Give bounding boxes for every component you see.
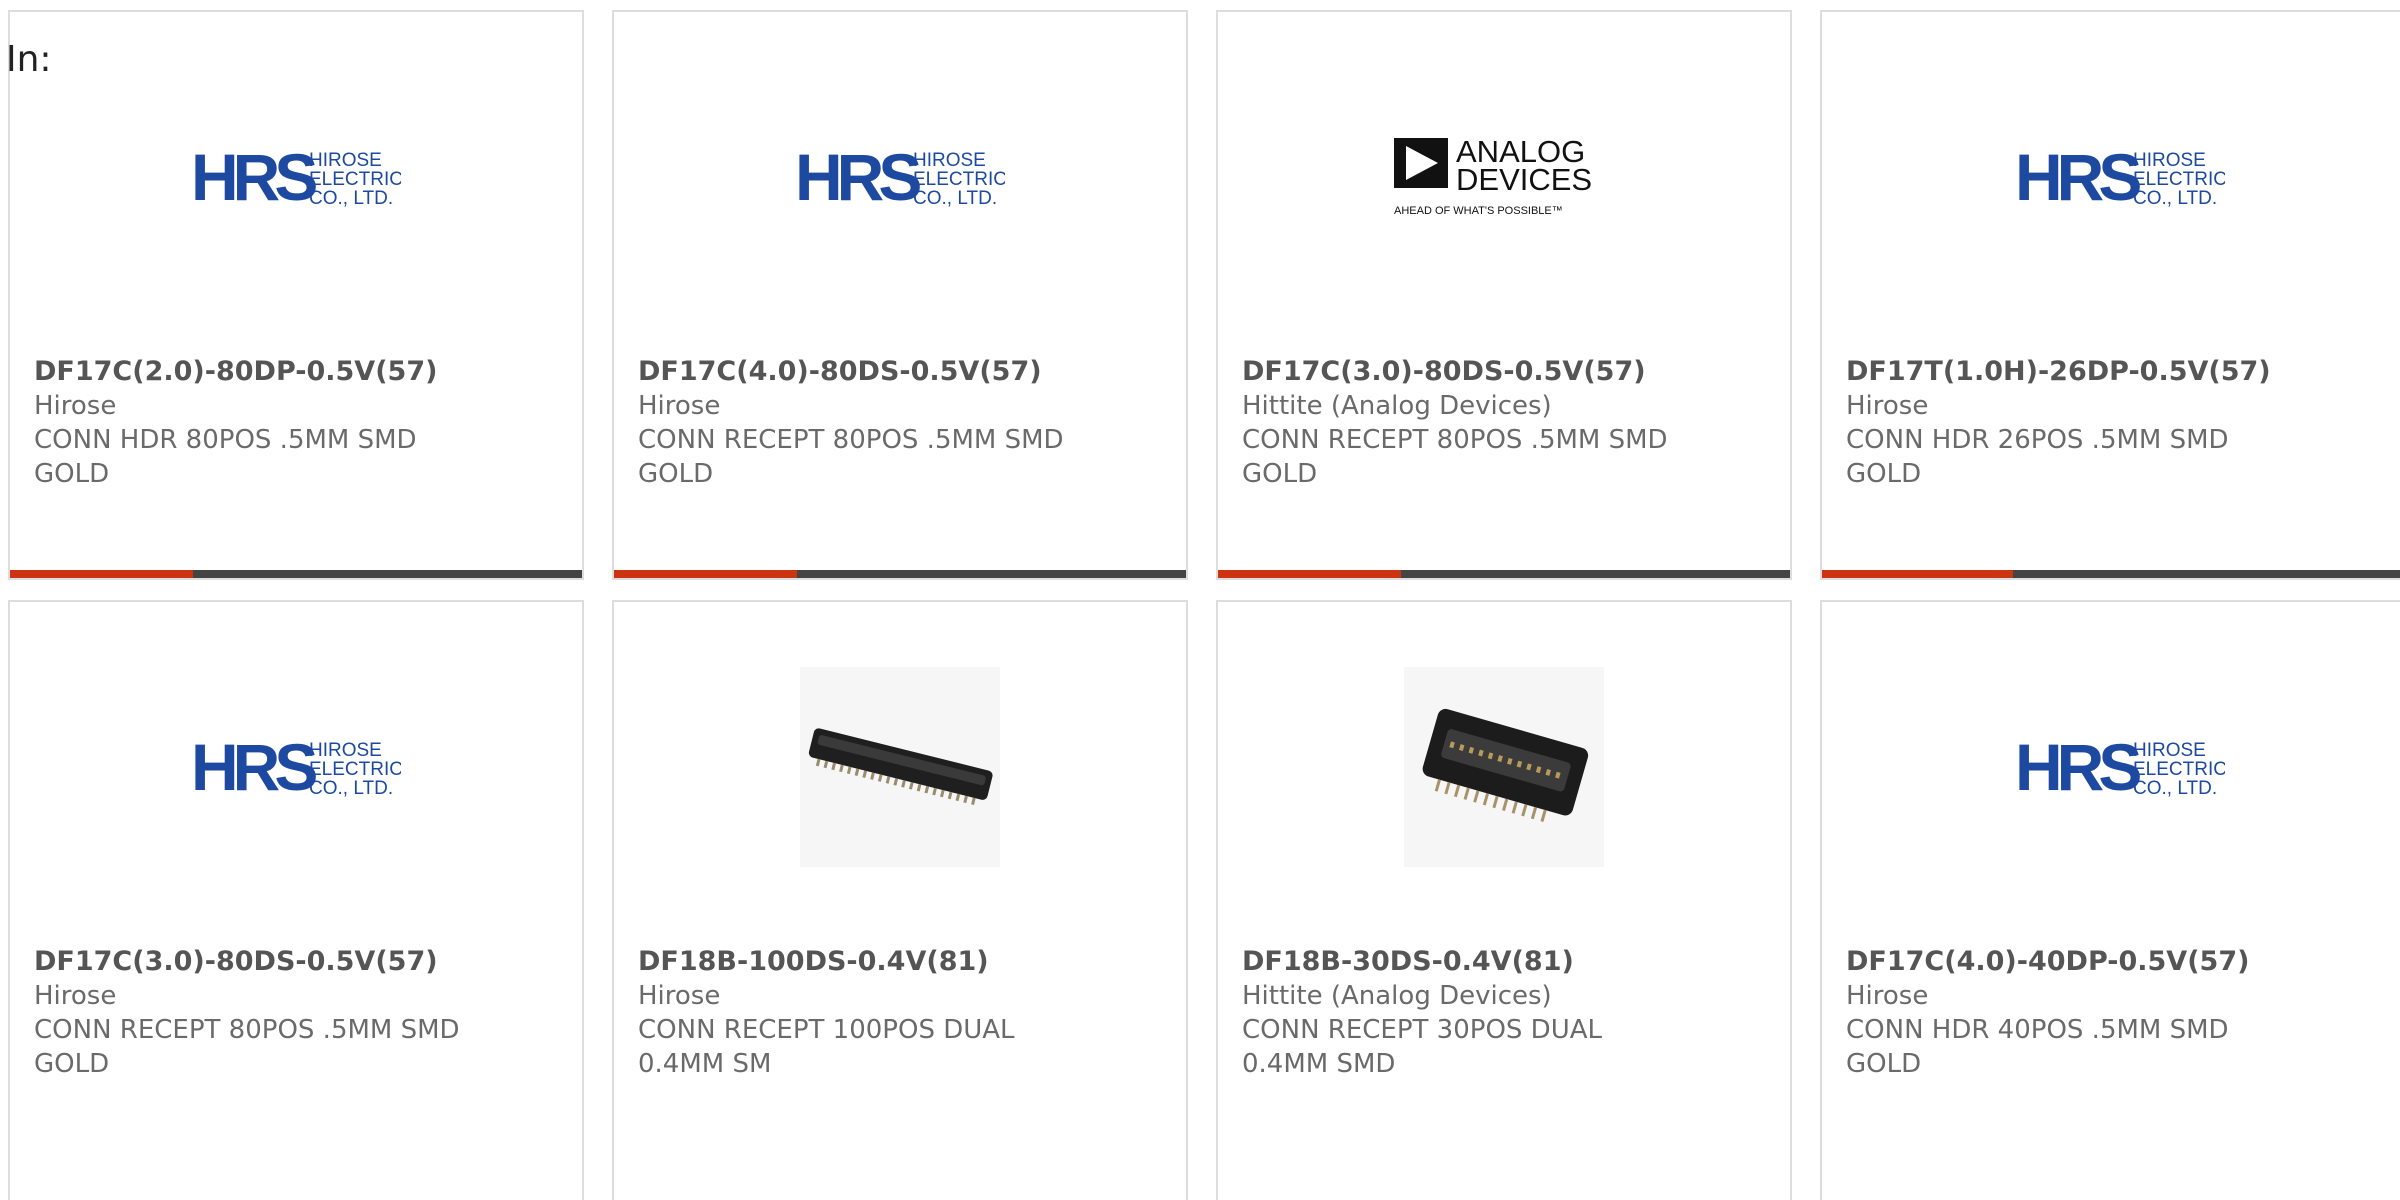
connector-photo <box>1218 602 1790 932</box>
svg-text:CO., LTD.: CO., LTD. <box>2133 188 2217 209</box>
manufacturer: Hittite (Analog Devices) <box>1242 981 1552 1011</box>
part-number[interactable]: DF18B-100DS-0.4V(81) <box>638 945 1174 979</box>
progress-bar <box>1822 570 2400 578</box>
part-number[interactable]: DF17C(4.0)-40DP-0.5V(57) <box>1846 945 2400 979</box>
card-details: DF17T(1.0H)-26DP-0.5V(57) Hirose CONN HD… <box>1846 355 2400 491</box>
card-details: DF17C(2.0)-80DP-0.5V(57) Hirose CONN HDR… <box>34 355 570 491</box>
svg-text:AHEAD OF WHAT'S POSSIBLE™: AHEAD OF WHAT'S POSSIBLE™ <box>1394 205 1563 217</box>
hirose-logo: HRS HIROSE ELECTRIC CO., LTD. <box>10 602 582 932</box>
part-number[interactable]: DF17C(4.0)-80DS-0.5V(57) <box>638 355 1174 389</box>
search-prefix-label: In: <box>6 39 52 80</box>
svg-text:HIROSE: HIROSE <box>913 150 986 171</box>
analog-devices-logo: ANALOG DEVICES AHEAD OF WHAT'S POSSIBLE™ <box>1218 12 1790 342</box>
product-grid: HRS HIROSE ELECTRIC CO., LTD. DF17C(2.0)… <box>0 0 2400 1200</box>
manufacturer: Hirose <box>638 981 721 1011</box>
product-card[interactable]: HRS HIROSE ELECTRIC CO., LTD. DF17C(4.0)… <box>1820 600 2400 1200</box>
svg-text:ELECTRIC: ELECTRIC <box>309 169 401 190</box>
description: CONN HDR 40POS .5MM SMD GOLD <box>1846 1015 2229 1079</box>
part-number[interactable]: DF17C(3.0)-80DS-0.5V(57) <box>1242 355 1778 389</box>
manufacturer: Hirose <box>1846 391 1929 421</box>
description: CONN RECEPT 80POS .5MM SMD GOLD <box>34 1015 460 1079</box>
description: CONN RECEPT 30POS DUAL 0.4MM SMD <box>1242 1015 1603 1079</box>
svg-text:HIROSE: HIROSE <box>309 740 382 761</box>
description: CONN RECEPT 80POS .5MM SMD GOLD <box>638 425 1064 489</box>
hirose-logo: HRS HIROSE ELECTRIC CO., LTD. <box>1822 12 2400 342</box>
svg-text:ELECTRIC: ELECTRIC <box>2133 169 2225 190</box>
svg-text:HIROSE: HIROSE <box>2133 740 2206 761</box>
progress-fill <box>1822 570 2013 578</box>
part-number[interactable]: DF17C(2.0)-80DP-0.5V(57) <box>34 355 570 389</box>
card-details: DF18B-30DS-0.4V(81) Hittite (Analog Devi… <box>1242 945 1778 1081</box>
hirose-logo: HRS HIROSE ELECTRIC CO., LTD. <box>1822 602 2400 932</box>
product-card[interactable]: DF18B-30DS-0.4V(81) Hittite (Analog Devi… <box>1216 600 1792 1200</box>
card-details: DF17C(4.0)-80DS-0.5V(57) Hirose CONN REC… <box>638 355 1174 491</box>
progress-fill <box>614 570 798 578</box>
manufacturer: Hittite (Analog Devices) <box>1242 391 1552 421</box>
card-details: DF17C(3.0)-80DS-0.5V(57) Hittite (Analog… <box>1242 355 1778 491</box>
card-details: DF17C(4.0)-40DP-0.5V(57) Hirose CONN HDR… <box>1846 945 2400 1081</box>
progress-fill <box>10 570 194 578</box>
progress-bar <box>10 570 582 578</box>
manufacturer: Hirose <box>34 981 117 1011</box>
manufacturer: Hirose <box>34 391 117 421</box>
product-card[interactable]: HRS HIROSE ELECTRIC CO., LTD. DF17C(2.0)… <box>8 10 584 580</box>
part-number[interactable]: DF17T(1.0H)-26DP-0.5V(57) <box>1846 355 2400 389</box>
svg-text:CO., LTD.: CO., LTD. <box>2133 778 2217 799</box>
svg-text:ELECTRIC: ELECTRIC <box>2133 759 2225 780</box>
hirose-logo: HRS HIROSE ELECTRIC CO., LTD. <box>614 12 1186 342</box>
svg-text:HRS: HRS <box>2015 142 2140 212</box>
product-card[interactable]: HRS HIROSE ELECTRIC CO., LTD. DF17T(1.0H… <box>1820 10 2400 580</box>
progress-bar <box>614 570 1186 578</box>
svg-text:HIROSE: HIROSE <box>309 150 382 171</box>
description: CONN HDR 80POS .5MM SMD GOLD <box>34 425 417 489</box>
svg-text:CO., LTD.: CO., LTD. <box>309 778 393 799</box>
svg-text:HRS: HRS <box>795 142 920 212</box>
svg-text:HIROSE: HIROSE <box>2133 150 2206 171</box>
product-card[interactable]: DF18B-100DS-0.4V(81) Hirose CONN RECEPT … <box>612 600 1188 1200</box>
progress-bar <box>1218 570 1790 578</box>
progress-fill <box>1218 570 1402 578</box>
manufacturer: Hirose <box>1846 981 1929 1011</box>
product-card[interactable]: ANALOG DEVICES AHEAD OF WHAT'S POSSIBLE™… <box>1216 10 1792 580</box>
svg-text:DEVICES: DEVICES <box>1456 162 1592 197</box>
part-number[interactable]: DF17C(3.0)-80DS-0.5V(57) <box>34 945 570 979</box>
part-number[interactable]: DF18B-30DS-0.4V(81) <box>1242 945 1778 979</box>
manufacturer: Hirose <box>638 391 721 421</box>
svg-text:ELECTRIC: ELECTRIC <box>913 169 1005 190</box>
description: CONN HDR 26POS .5MM SMD GOLD <box>1846 425 2229 489</box>
product-card[interactable]: HRS HIROSE ELECTRIC CO., LTD. DF17C(3.0)… <box>8 600 584 1200</box>
svg-text:HRS: HRS <box>2015 732 2140 802</box>
card-details: DF18B-100DS-0.4V(81) Hirose CONN RECEPT … <box>638 945 1174 1081</box>
product-card[interactable]: HRS HIROSE ELECTRIC CO., LTD. DF17C(4.0)… <box>612 10 1188 580</box>
svg-text:CO., LTD.: CO., LTD. <box>309 188 393 209</box>
card-details: DF17C(3.0)-80DS-0.5V(57) Hirose CONN REC… <box>34 945 570 1081</box>
svg-text:ELECTRIC: ELECTRIC <box>309 759 401 780</box>
hirose-logo: HRS HIROSE ELECTRIC CO., LTD. <box>10 12 582 342</box>
connector-photo <box>614 602 1186 932</box>
svg-text:HRS: HRS <box>191 732 316 802</box>
svg-text:HRS: HRS <box>191 142 316 212</box>
description: CONN RECEPT 100POS DUAL 0.4MM SM <box>638 1015 1015 1079</box>
svg-text:CO., LTD.: CO., LTD. <box>913 188 997 209</box>
description: CONN RECEPT 80POS .5MM SMD GOLD <box>1242 425 1668 489</box>
